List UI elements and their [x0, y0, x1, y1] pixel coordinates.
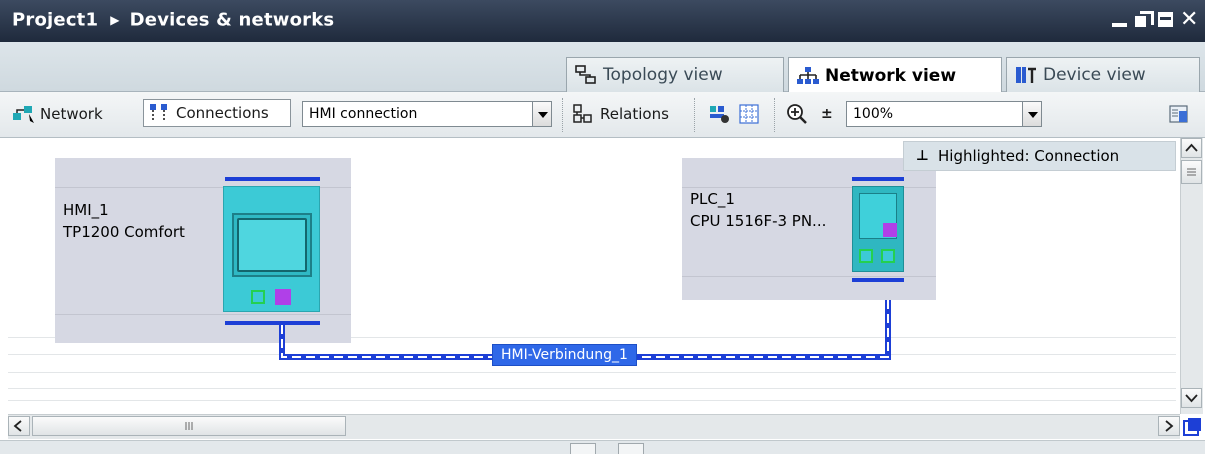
scroll-thumb[interactable]	[32, 416, 346, 436]
topology-icon	[575, 65, 597, 85]
connections-button[interactable]: Connections	[143, 99, 291, 127]
scroll-right-button[interactable]	[1158, 416, 1180, 436]
network-mode-icon	[12, 103, 38, 125]
zoom-step-icon: ±	[821, 106, 833, 122]
overview-panel-icon	[1168, 103, 1190, 125]
highlight-tooltip: ⊥ Highlighted: Connection	[903, 141, 1176, 171]
breadcrumb-arrow-icon: ▶	[110, 13, 120, 27]
title-bar: Project1 ▶ Devices & networks ✕	[0, 0, 1205, 42]
splitter-up-icon[interactable]	[570, 443, 596, 454]
vertical-scrollbar[interactable]	[1180, 138, 1203, 414]
network-button-label: Network	[40, 105, 103, 123]
chevron-down-icon[interactable]	[1022, 101, 1042, 127]
hmi-connection-line[interactable]	[8, 138, 1176, 414]
splitter-down-icon[interactable]	[618, 443, 644, 454]
network-button[interactable]: Network	[12, 99, 103, 129]
connections-icon	[148, 102, 170, 124]
relations-button[interactable]: Relations	[572, 99, 669, 129]
toolbar-separator	[774, 98, 775, 132]
minimize-icon[interactable]	[1111, 11, 1128, 28]
restore-icon[interactable]	[1134, 11, 1154, 28]
zoom-icon	[786, 103, 808, 125]
connection-label[interactable]: HMI-Verbindung_1	[492, 344, 637, 366]
zoom-step-button[interactable]: ±	[821, 99, 833, 129]
pin-icon[interactable]: ⊥	[916, 148, 929, 164]
relations-button-label: Relations	[600, 105, 669, 123]
scroll-up-button[interactable]	[1181, 138, 1202, 158]
view-tab-strip: Topology view Network view Device view	[0, 42, 1205, 93]
tab-topology-label: Topology view	[603, 65, 723, 85]
scroll-thumb[interactable]	[1181, 160, 1202, 184]
connection-type-select[interactable]: HMI connection	[302, 101, 552, 127]
tab-topology-view[interactable]: Topology view	[566, 57, 784, 92]
address-overview-icon	[708, 103, 732, 125]
overview-toggle-button[interactable]	[1168, 99, 1190, 129]
zoom-value: 100%	[853, 106, 894, 122]
table-view-button[interactable]	[738, 99, 760, 129]
maximize-icon[interactable]	[1157, 11, 1174, 28]
toolbar-separator	[694, 98, 695, 132]
status-strip	[0, 440, 1205, 454]
tab-device-label: Device view	[1043, 65, 1146, 85]
tab-network-label: Network view	[825, 65, 957, 86]
horizontal-scrollbar[interactable]	[8, 414, 1180, 439]
zoom-in-button[interactable]	[786, 99, 808, 129]
breadcrumb-editor: Devices & networks	[129, 9, 335, 31]
scroll-left-button[interactable]	[8, 416, 30, 436]
scroll-down-button[interactable]	[1181, 388, 1202, 408]
chevron-down-icon[interactable]	[532, 101, 552, 127]
breadcrumb-project[interactable]: Project1	[12, 10, 98, 31]
breadcrumb: Project1 ▶ Devices & networks	[12, 9, 334, 31]
grid-icon	[738, 103, 760, 125]
toolbar-separator	[562, 98, 563, 132]
network-icon	[797, 66, 819, 86]
relations-icon	[572, 103, 594, 125]
connections-button-label: Connections	[176, 104, 269, 122]
overview-navigation-icon[interactable]	[1181, 416, 1203, 438]
tab-device-view[interactable]: Device view	[1006, 57, 1200, 92]
tooltip-text: Highlighted: Connection	[938, 147, 1120, 165]
close-icon[interactable]: ✕	[1180, 9, 1198, 31]
tab-network-view[interactable]: Network view	[788, 57, 1002, 93]
connection-type-value: HMI connection	[309, 106, 418, 122]
show-address-button[interactable]	[708, 99, 732, 129]
zoom-select[interactable]: 100%	[846, 101, 1042, 127]
device-icon	[1015, 65, 1037, 85]
network-canvas[interactable]: HMI_1 TP1200 Comfort PLC_1 CPU 1516F-3 P…	[8, 138, 1176, 414]
window-controls: ✕	[1111, 9, 1198, 31]
